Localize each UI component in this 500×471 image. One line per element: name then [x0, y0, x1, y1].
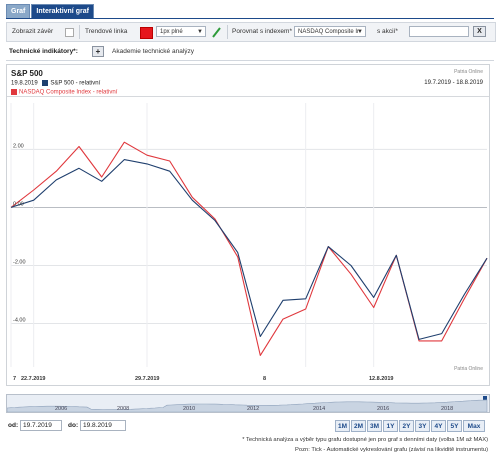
range-max-button[interactable]: Max: [463, 420, 485, 432]
chart-panel: S&P 500 Patria Online 19.8.2019 S&P 500 …: [6, 64, 490, 386]
navigator-year-label: 2016: [377, 406, 389, 412]
y-tick-label: 0.00: [13, 201, 24, 207]
series-line-sp500: [10, 159, 488, 340]
y-tick-label: -4.00: [13, 317, 26, 323]
y-tick-label: -2.00: [13, 259, 26, 265]
range-5y-button[interactable]: 5Y: [447, 420, 462, 432]
toolbar-divider: [79, 25, 80, 39]
navigator-year-label: 2014: [313, 406, 325, 412]
navigator-year-label: 2012: [247, 406, 259, 412]
compare-index-label: Porovnat s indexem*: [232, 28, 292, 35]
pencil-icon[interactable]: [211, 26, 221, 38]
show-close-label: Zobrazit závěr: [12, 28, 54, 35]
range-1y-button[interactable]: 1Y: [383, 420, 398, 432]
note-line-1: * Technická analýza a výběr typu grafu d…: [242, 437, 488, 443]
legend-swatch-sp500: [42, 80, 49, 86]
academy-link[interactable]: Akademie technické analýzy: [112, 48, 194, 55]
compare-index-select[interactable]: NASDAQ Composite Ir ▼: [294, 26, 366, 37]
x-tick-label: 8: [263, 376, 266, 382]
to-label: do:: [68, 422, 79, 429]
chart-labels: 2.00 0.00 -2.00 -4.00 7 22.7.2019 29.7.2019 8 12…: [13, 143, 393, 382]
x-tick-label: 12.8.2019: [369, 376, 393, 382]
add-indicator-button[interactable]: +: [92, 46, 104, 57]
chart-range-text: 19.7.2019 - 18.8.2019: [424, 80, 483, 86]
y-tick-label: 2.00: [13, 143, 24, 149]
from-date-input[interactable]: 19.7.2019: [20, 420, 62, 431]
chevron-down-icon: ▼: [197, 29, 203, 35]
range-1m-button[interactable]: 1M: [335, 420, 350, 432]
x-tick-label: 29.7.2019: [135, 376, 159, 382]
line-chart[interactable]: 2.00 0.00 -2.00 -4.00 7 22.7.2019 29.7.2019 8 12…: [7, 97, 489, 385]
indicators-row: Technické indikátory*: + Akademie techni…: [6, 44, 494, 61]
x-tick-label: 22.7.2019: [21, 376, 45, 382]
chevron-down-icon: ▼: [357, 29, 363, 35]
compare-stock-input[interactable]: [409, 26, 469, 37]
legend-row-2: NASDAQ Composite Index - relativní: [11, 89, 117, 96]
clear-compare-button[interactable]: X: [473, 26, 486, 37]
navigator-sparkline: 2006 2008 2010 2012 2014 2016 2018: [6, 396, 488, 413]
from-label: od:: [8, 422, 19, 429]
time-navigator[interactable]: 2006 2008 2010 2012 2014 2016 2018: [6, 394, 490, 413]
show-close-checkbox[interactable]: [65, 28, 74, 37]
compare-stock-label: s akcií*: [377, 28, 398, 35]
toolbar-divider: [227, 25, 228, 39]
line-style-value: 1px plné: [160, 29, 183, 35]
x-tick-label: 7: [13, 376, 16, 382]
range-4y-button[interactable]: 4Y: [431, 420, 446, 432]
range-3m-button[interactable]: 3M: [367, 420, 382, 432]
trend-color-swatch[interactable]: [140, 27, 153, 39]
tab-bar: Graf Interaktivní graf: [6, 4, 95, 19]
legend-nasdaq-label: NASDAQ Composite Index - relativní: [19, 89, 118, 96]
note-line-2: Pozn: Tick - Automatické vykreslování gr…: [295, 447, 488, 453]
legend-date: 19.8.2019: [11, 80, 38, 87]
tab-graf[interactable]: Graf: [6, 4, 31, 19]
tab-underline: [6, 18, 494, 19]
navigator-year-label: 2018: [441, 406, 453, 412]
legend-sp500-label: S&P 500 - relativní: [50, 80, 101, 87]
chart-toolbar: Zobrazit závěr Trendové linka 1px plné ▼…: [6, 22, 496, 42]
indicators-label: Technické indikátory*:: [9, 48, 78, 55]
navigator-year-label: 2008: [117, 406, 129, 412]
range-3y-button[interactable]: 3Y: [415, 420, 430, 432]
to-date-input[interactable]: 19.8.2019: [80, 420, 126, 431]
chart-title: S&P 500: [11, 69, 43, 78]
legend-swatch-nasdaq: [11, 89, 17, 95]
navigator-year-label: 2010: [183, 406, 195, 412]
chart-source-bottom: Patria Online: [454, 366, 483, 372]
range-2m-button[interactable]: 2M: [351, 420, 366, 432]
range-2y-button[interactable]: 2Y: [399, 420, 414, 432]
legend-row-1: 19.8.2019 S&P 500 - relativní: [11, 80, 100, 87]
trend-line-label: Trendové linka: [85, 28, 128, 35]
chart-source-top: Patria Online: [454, 69, 483, 75]
navigator-year-label: 2006: [55, 406, 67, 412]
compare-index-value: NASDAQ Composite Ir: [298, 29, 360, 35]
line-style-select[interactable]: 1px plné ▼: [156, 26, 206, 37]
tab-interactive-graf[interactable]: Interaktivní graf: [31, 4, 94, 19]
